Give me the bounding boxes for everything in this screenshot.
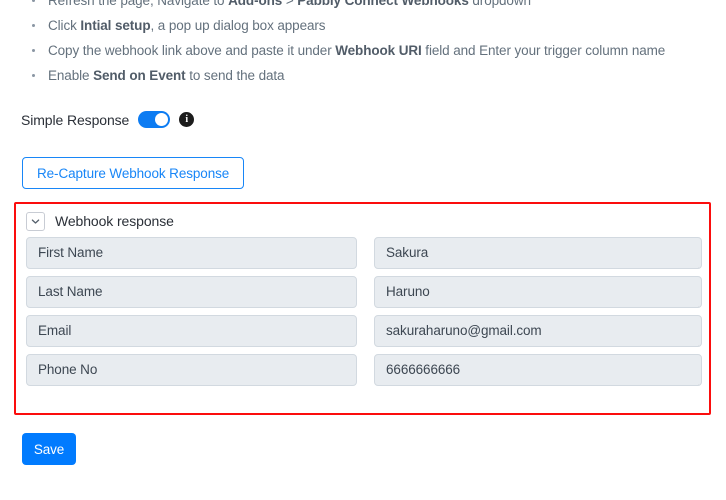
info-icon[interactable]: i <box>179 112 195 127</box>
instructions-list: Refresh the page, Navigate to Add-ons > … <box>30 0 702 91</box>
webhook-response-page: Refresh the page, Navigate to Add-ons > … <box>0 0 726 500</box>
webhook-field-value-textarea[interactable]: sakuraharuno@gmail.com <box>374 315 702 347</box>
webhook-field-value-text: 6666666666 <box>386 362 461 377</box>
chevron-down-icon[interactable] <box>26 211 45 231</box>
save-button[interactable]: Save <box>22 433 76 465</box>
instruction-emphasis: Webhook URI <box>335 43 422 58</box>
instruction-item: Enable Send on Event to send the data <box>30 66 702 85</box>
webhook-field-value-text: sakuraharuno@gmail.com <box>386 323 542 338</box>
webhook-field-value-text: Sakura <box>386 245 429 260</box>
simple-response-toggle[interactable] <box>138 111 171 128</box>
webhook-field-value-textarea[interactable]: 6666666666 <box>374 354 702 386</box>
instruction-text: dropdown <box>468 0 531 8</box>
instruction-emphasis: Send on Event <box>93 68 186 83</box>
toggle-knob <box>155 113 169 126</box>
instruction-item: Refresh the page, Navigate to Add-ons > … <box>30 0 702 10</box>
resize-handle-icon[interactable] <box>689 373 700 385</box>
webhook-response-panel: Webhook response First Name Sakura Last Na… <box>14 202 711 415</box>
webhook-response-row: Phone No 6666666666 <box>26 354 702 386</box>
instruction-text: Enable <box>48 68 94 83</box>
webhook-field-key-input[interactable]: Email <box>26 315 357 347</box>
simple-response-row: Simple Response i <box>21 111 195 128</box>
instruction-text: > <box>282 0 298 8</box>
instruction-text: field and Enter your trigger column name <box>421 43 666 58</box>
recapture-webhook-response-button[interactable]: Re-Capture Webhook Response <box>22 157 245 189</box>
webhook-response-header: Webhook response <box>16 204 709 232</box>
webhook-field-key-input[interactable]: First Name <box>26 237 357 269</box>
resize-handle-icon[interactable] <box>689 295 700 307</box>
instruction-emphasis: Add-ons <box>228 0 283 8</box>
simple-response-label: Simple Response <box>21 111 130 128</box>
resize-handle-icon[interactable] <box>689 334 700 346</box>
instruction-text: , a pop up dialog box appears <box>150 18 326 33</box>
webhook-field-value-textarea[interactable]: Sakura <box>374 237 702 269</box>
instruction-text: Click <box>48 18 81 33</box>
webhook-field-value-text: Haruno <box>386 284 430 299</box>
instruction-text: to send the data <box>185 68 285 83</box>
webhook-response-title: Webhook response <box>55 213 174 229</box>
instruction-emphasis: Pabbly Connect Webhooks <box>297 0 469 8</box>
instruction-item: Click Intial setup, a pop up dialog box … <box>30 16 702 35</box>
webhook-response-row: Last Name Haruno <box>26 276 702 308</box>
webhook-response-row: First Name Sakura <box>26 237 702 269</box>
webhook-response-fields: First Name Sakura Last Name Haruno Email saku… <box>16 232 709 386</box>
instruction-emphasis: Intial setup <box>80 18 151 33</box>
webhook-field-key-input[interactable]: Last Name <box>26 276 357 308</box>
instruction-text: Refresh the page, Navigate to <box>48 0 229 8</box>
webhook-field-key-input[interactable]: Phone No <box>26 354 357 386</box>
resize-handle-icon[interactable] <box>689 256 700 268</box>
webhook-response-row: Email sakuraharuno@gmail.com <box>26 315 702 347</box>
instruction-text: Copy the webhook link above and paste it… <box>48 43 336 58</box>
webhook-field-value-textarea[interactable]: Haruno <box>374 276 702 308</box>
instruction-item: Copy the webhook link above and paste it… <box>30 41 702 60</box>
